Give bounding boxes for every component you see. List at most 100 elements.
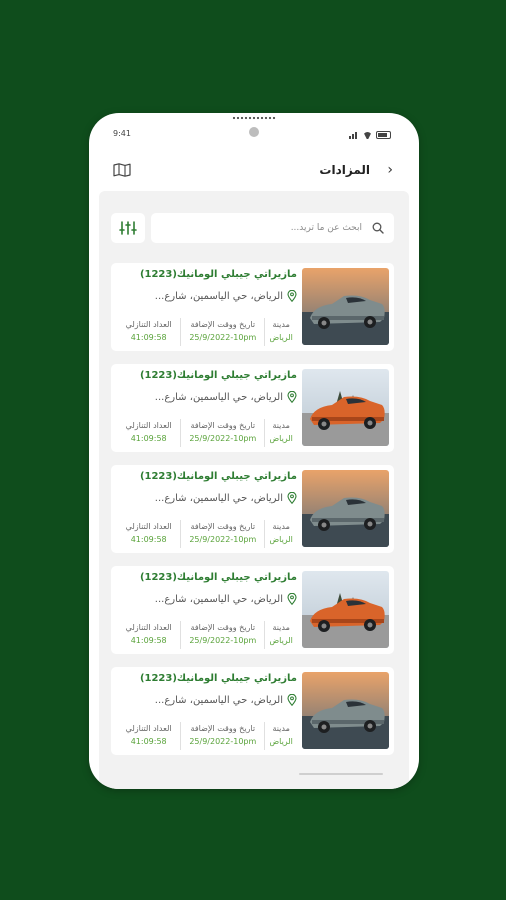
countdown-value: 41:09:58 bbox=[130, 737, 167, 746]
city-column: مدينة الرياض bbox=[264, 520, 297, 548]
date-column: تاريخ ووقت الإضافة 25/9/2022-10pm bbox=[180, 419, 264, 447]
search-input[interactable] bbox=[167, 213, 362, 243]
countdown-value: 41:09:58 bbox=[130, 434, 167, 443]
city-value: الرياض bbox=[269, 636, 293, 645]
page-title: المزادات bbox=[319, 163, 370, 177]
car-photo bbox=[302, 470, 389, 547]
auction-title: مازيراتي جيبلي الومانيك(1223) bbox=[139, 673, 297, 684]
location-text: الرياض، حي الياسمين، شارع... bbox=[154, 291, 283, 302]
countdown-value: 41:09:58 bbox=[130, 333, 167, 342]
auction-location: الرياض، حي الياسمين، شارع... bbox=[122, 694, 297, 708]
car-photo bbox=[302, 672, 389, 749]
car-image bbox=[302, 672, 389, 749]
location-pin-icon bbox=[287, 391, 297, 403]
location-pin-icon bbox=[287, 290, 297, 302]
location-text: الرياض، حي الياسمين، شارع... bbox=[154, 493, 283, 504]
auction-info-grid: مدينة الرياض تاريخ ووقت الإضافة 25/9/202… bbox=[117, 722, 297, 750]
search-box bbox=[151, 213, 394, 243]
countdown-column: العداد التنازلي 41:09:58 bbox=[117, 419, 180, 447]
date-label: تاريخ ووقت الإضافة bbox=[190, 522, 256, 531]
car-image bbox=[302, 369, 389, 446]
city-label: مدينة bbox=[272, 724, 290, 733]
city-value: الرياض bbox=[269, 434, 293, 443]
auction-list: مازيراتي جيبلي الومانيك(1223) الرياض، حي… bbox=[111, 263, 394, 768]
auction-card[interactable]: مازيراتي جيبلي الومانيك(1223) الرياض، حي… bbox=[111, 364, 394, 452]
auction-title: مازيراتي جيبلي الومانيك(1223) bbox=[139, 572, 297, 583]
speaker-grille bbox=[232, 116, 276, 120]
city-label: مدينة bbox=[272, 623, 290, 632]
date-label: تاريخ ووقت الإضافة bbox=[190, 724, 256, 733]
countdown-column: العداد التنازلي 41:09:58 bbox=[117, 621, 180, 649]
auction-title: مازيراتي جيبلي الومانيك(1223) bbox=[139, 471, 297, 482]
date-label: تاريخ ووقت الإضافة bbox=[190, 320, 256, 329]
date-value: 25/9/2022-10pm bbox=[189, 333, 257, 342]
city-label: مدينة bbox=[272, 522, 290, 531]
date-label: تاريخ ووقت الإضافة bbox=[190, 623, 256, 632]
countdown-column: العداد التنازلي 41:09:58 bbox=[117, 722, 180, 750]
status-bar: 9:41 bbox=[89, 129, 419, 143]
city-value: الرياض bbox=[269, 333, 293, 342]
countdown-value: 41:09:58 bbox=[130, 535, 167, 544]
city-label: مدينة bbox=[272, 421, 290, 430]
car-image bbox=[302, 470, 389, 547]
city-value: الرياض bbox=[269, 737, 293, 746]
auction-title: مازيراتي جيبلي الومانيك(1223) bbox=[139, 370, 297, 381]
signal-icon bbox=[349, 131, 359, 139]
location-text: الرياض، حي الياسمين، شارع... bbox=[154, 695, 283, 706]
auction-card[interactable]: مازيراتي جيبلي الومانيك(1223) الرياض، حي… bbox=[111, 566, 394, 654]
city-value: الرياض bbox=[269, 535, 293, 544]
car-image bbox=[302, 571, 389, 648]
status-time: 9:41 bbox=[113, 129, 131, 138]
chevron-right-icon[interactable]: › bbox=[387, 161, 393, 179]
date-value: 25/9/2022-10pm bbox=[189, 434, 257, 443]
app-header: › المزادات bbox=[89, 159, 419, 183]
filter-button[interactable] bbox=[111, 213, 145, 243]
location-pin-icon bbox=[287, 694, 297, 706]
auction-card[interactable]: مازيراتي جيبلي الومانيك(1223) الرياض، حي… bbox=[111, 465, 394, 553]
countdown-label: العداد التنازلي bbox=[125, 724, 172, 733]
search-icon[interactable] bbox=[372, 222, 384, 234]
city-column: مدينة الرياض bbox=[264, 722, 297, 750]
auction-info-grid: مدينة الرياض تاريخ ووقت الإضافة 25/9/202… bbox=[117, 520, 297, 548]
car-image bbox=[302, 268, 389, 345]
search-row bbox=[99, 211, 409, 245]
auction-location: الرياض، حي الياسمين، شارع... bbox=[122, 492, 297, 506]
auction-info-grid: مدينة الرياض تاريخ ووقت الإضافة 25/9/202… bbox=[117, 419, 297, 447]
city-column: مدينة الرياض bbox=[264, 621, 297, 649]
countdown-column: العداد التنازلي 41:09:58 bbox=[117, 318, 180, 346]
auction-location: الرياض، حي الياسمين، شارع... bbox=[122, 593, 297, 607]
scroll-indicator bbox=[299, 773, 383, 775]
car-photo bbox=[302, 571, 389, 648]
date-label: تاريخ ووقت الإضافة bbox=[190, 421, 256, 430]
countdown-label: العداد التنازلي bbox=[125, 320, 172, 329]
auction-info-grid: مدينة الرياض تاريخ ووقت الإضافة 25/9/202… bbox=[117, 318, 297, 346]
location-text: الرياض، حي الياسمين، شارع... bbox=[154, 392, 283, 403]
date-value: 25/9/2022-10pm bbox=[189, 636, 257, 645]
sliders-icon bbox=[119, 221, 137, 235]
date-column: تاريخ ووقت الإضافة 25/9/2022-10pm bbox=[180, 722, 264, 750]
city-column: مدينة الرياض bbox=[264, 419, 297, 447]
countdown-column: العداد التنازلي 41:09:58 bbox=[117, 520, 180, 548]
auction-card[interactable]: مازيراتي جيبلي الومانيك(1223) الرياض، حي… bbox=[111, 263, 394, 351]
phone-frame: 9:41 › المزادات ابحث عن ما تريد... مازير… bbox=[89, 113, 419, 789]
countdown-value: 41:09:58 bbox=[130, 636, 167, 645]
date-value: 25/9/2022-10pm bbox=[189, 535, 257, 544]
date-value: 25/9/2022-10pm bbox=[189, 737, 257, 746]
auction-location: الرياض، حي الياسمين، شارع... bbox=[122, 391, 297, 405]
date-column: تاريخ ووقت الإضافة 25/9/2022-10pm bbox=[180, 520, 264, 548]
countdown-label: العداد التنازلي bbox=[125, 421, 172, 430]
status-icons bbox=[349, 131, 391, 139]
date-column: تاريخ ووقت الإضافة 25/9/2022-10pm bbox=[180, 621, 264, 649]
auction-card[interactable]: مازيراتي جيبلي الومانيك(1223) الرياض، حي… bbox=[111, 667, 394, 755]
battery-icon bbox=[376, 131, 391, 139]
countdown-label: العداد التنازلي bbox=[125, 623, 172, 632]
location-pin-icon bbox=[287, 492, 297, 504]
city-column: مدينة الرياض bbox=[264, 318, 297, 346]
wifi-icon bbox=[363, 132, 372, 139]
auction-info-grid: مدينة الرياض تاريخ ووقت الإضافة 25/9/202… bbox=[117, 621, 297, 649]
countdown-label: العداد التنازلي bbox=[125, 522, 172, 531]
auction-title: مازيراتي جيبلي الومانيك(1223) bbox=[139, 269, 297, 280]
city-label: مدينة bbox=[272, 320, 290, 329]
map-icon[interactable] bbox=[113, 163, 131, 177]
location-pin-icon bbox=[287, 593, 297, 605]
